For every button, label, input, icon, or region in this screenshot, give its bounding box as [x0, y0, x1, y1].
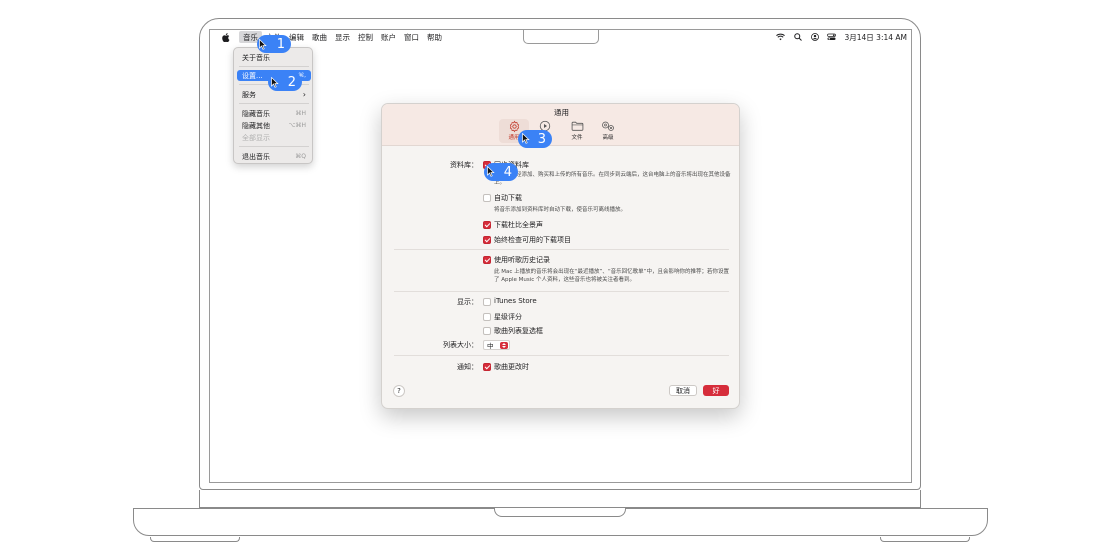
gears-icon: [601, 119, 615, 133]
list-size-label: 列表大小：: [443, 341, 478, 349]
itunes-store-label: iTunes Store: [494, 297, 537, 305]
tab-files[interactable]: 文件: [562, 119, 592, 143]
chevron-right-icon: ›: [302, 90, 306, 99]
clock[interactable]: 3月14日 3:14 AM: [844, 32, 907, 43]
show-label: 显示：: [457, 298, 478, 306]
check-downloads-checkbox[interactable]: [483, 236, 491, 244]
apple-icon[interactable]: [221, 32, 231, 42]
menu-separator: [239, 103, 309, 104]
ok-button[interactable]: 好: [703, 385, 729, 396]
library-label: 资料库：: [450, 161, 478, 169]
section-divider: [394, 291, 729, 292]
auto-download-checkbox[interactable]: [483, 194, 491, 202]
menu-item-quit[interactable]: 退出音乐 ⌘Q: [237, 151, 311, 162]
song-list-checkboxes-label: 歌曲列表复选框: [494, 327, 543, 335]
settings-dialog: 通用 通用 播放 文件: [381, 103, 740, 409]
dialog-title: 通用: [554, 108, 569, 117]
camera-notch: [523, 30, 599, 44]
section-divider: [394, 355, 729, 356]
itunes-store-checkbox[interactable]: [483, 298, 491, 306]
star-ratings-checkbox[interactable]: [483, 313, 491, 321]
song-changes-label: 歌曲更改时: [494, 363, 529, 371]
folder-icon: [570, 119, 584, 133]
user-icon[interactable]: [810, 33, 819, 42]
gear-icon: [507, 119, 521, 133]
cancel-button[interactable]: 取消: [669, 385, 697, 396]
cursor-icon: [487, 166, 495, 177]
listening-history-label: 使用听歌历史记录: [494, 256, 550, 264]
menu-item-about[interactable]: 关于音乐: [237, 52, 311, 63]
cursor-icon: [259, 39, 267, 50]
music-app-menu: 关于音乐 设置... ⌘, 服务 › 隐藏音乐 ⌘H 隐藏其他 ⌥⌘H 全部显示…: [233, 47, 313, 164]
auto-download-description: 将音乐添加到资料库时自动下载，使音乐可离线播放。: [494, 207, 627, 213]
list-size-select[interactable]: 中: [483, 340, 510, 350]
dialog-toolbar: 通用 通用 播放 文件: [382, 104, 739, 146]
auto-download-label: 自动下载: [494, 194, 522, 202]
menu-help[interactable]: 帮助: [423, 31, 446, 43]
menu-separator: [239, 146, 309, 147]
updown-arrows-icon: [500, 342, 508, 349]
menu-song[interactable]: 歌曲: [308, 31, 331, 43]
song-changes-checkbox[interactable]: [483, 363, 491, 371]
menu-item-hide-others[interactable]: 隐藏其他 ⌥⌘H: [237, 120, 311, 131]
help-button[interactable]: ?: [393, 385, 405, 397]
tab-advanced[interactable]: 高级: [593, 119, 623, 143]
dolby-download-label: 下载杜比全景声: [494, 221, 543, 229]
screen: 音乐 文件 编辑 歌曲 显示 控制 账户 窗口 帮助 3月14日 3:14 AM: [209, 29, 912, 483]
menu-item-hide[interactable]: 隐藏音乐 ⌘H: [237, 108, 311, 119]
cursor-icon: [271, 77, 279, 88]
laptop-hinge: [199, 490, 921, 508]
menu-item-show-all: 全部显示: [242, 133, 270, 142]
menu-window[interactable]: 窗口: [400, 31, 423, 43]
menu-account[interactable]: 账户: [377, 31, 400, 43]
laptop-foot-right: [880, 537, 970, 542]
control-center-icon[interactable]: [827, 33, 837, 42]
star-ratings-label: 星级评分: [494, 313, 522, 321]
notifications-label: 通知：: [457, 363, 478, 371]
listening-history-checkbox[interactable]: [483, 256, 491, 264]
section-divider: [394, 249, 729, 250]
search-icon[interactable]: [793, 33, 802, 42]
listening-history-description: 此 Mac 上播放的音乐将会出现在“最近播放”、“音乐回忆歌单”中，且会影响你的…: [494, 269, 730, 283]
status-area: 3月14日 3:14 AM: [776, 30, 907, 44]
sync-library-description: 访问你已经添加、购买和上传的所有音乐。在同步到云端后，这台电脑上的音乐将出现在其…: [494, 172, 731, 186]
dolby-download-checkbox[interactable]: [483, 221, 491, 229]
cursor-icon: [522, 133, 530, 144]
check-downloads-label: 始终检查可用的下载项目: [494, 236, 571, 244]
menu-controls[interactable]: 控制: [354, 31, 377, 43]
menu-separator: [239, 66, 309, 67]
laptop-foot-left: [150, 537, 240, 542]
wifi-icon[interactable]: [776, 33, 786, 42]
song-list-checkboxes-checkbox[interactable]: [483, 327, 491, 335]
laptop-base-notch: [494, 508, 626, 517]
menu-view[interactable]: 显示: [331, 31, 354, 43]
